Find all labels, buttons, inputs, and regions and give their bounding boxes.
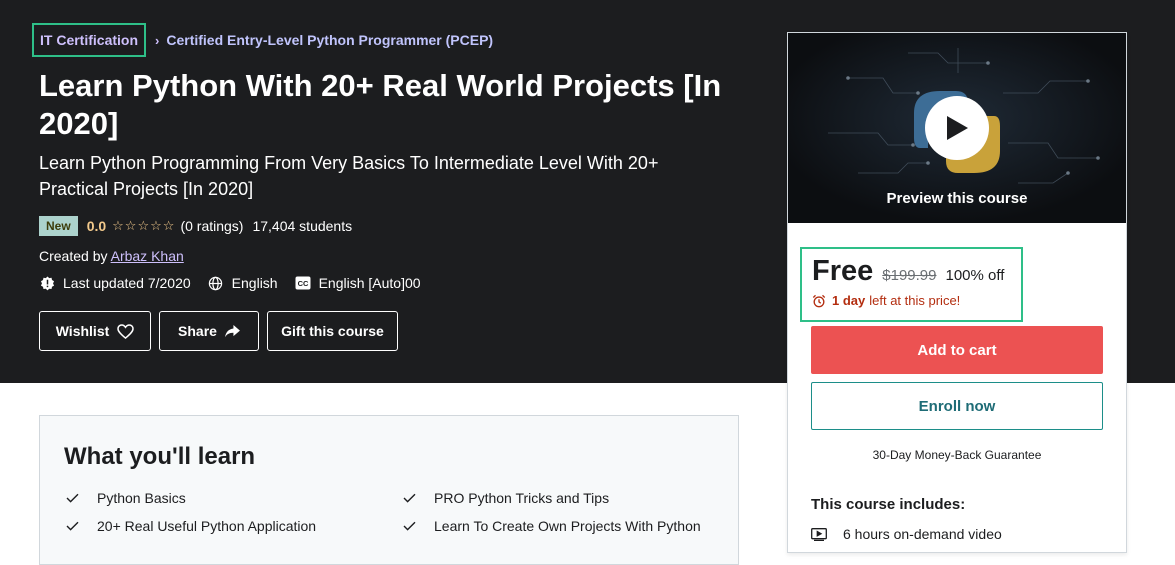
include-item-text: 6 hours on-demand video xyxy=(843,526,1002,542)
breadcrumb: IT Certification › Certified Entry-Level… xyxy=(32,23,493,57)
gift-course-button[interactable]: Gift this course xyxy=(267,311,398,351)
include-item: 6 hours on-demand video xyxy=(811,526,1002,542)
play-icon xyxy=(947,116,968,140)
course-subtitle: Learn Python Programming From Very Basic… xyxy=(39,153,659,199)
created-by: Created by Arbaz Khan xyxy=(39,248,184,264)
timer-text: left at this price! xyxy=(869,293,961,308)
author-link[interactable]: Arbaz Khan xyxy=(111,248,184,264)
learn-item-text: PRO Python Tricks and Tips xyxy=(434,490,610,506)
action-buttons: Wishlist Share Gift this course xyxy=(39,311,406,351)
check-icon xyxy=(403,493,417,503)
share-label: Share xyxy=(178,323,217,339)
language-text: English xyxy=(231,275,278,291)
course-meta: Last updated 7/2020 English CC English [… xyxy=(39,275,438,291)
breadcrumb-separator: › xyxy=(155,32,160,48)
captions-text: English [Auto]00 xyxy=(318,275,421,291)
language: English xyxy=(208,275,278,291)
timer-days: 1 day xyxy=(832,293,866,308)
captions: CC English [Auto]00 xyxy=(295,275,421,291)
play-button[interactable] xyxy=(925,96,989,160)
purchase-sidebar: Preview this course Free $199.99 100% of… xyxy=(787,32,1127,553)
check-icon xyxy=(66,493,80,503)
price-timer: 1 day left at this price! xyxy=(812,293,960,308)
rating-score: 0.0 xyxy=(86,218,107,234)
share-arrow-icon xyxy=(225,324,240,337)
globe-icon xyxy=(208,275,224,291)
new-badge: New xyxy=(39,216,78,236)
enroll-now-button[interactable]: Enroll now xyxy=(811,382,1103,430)
share-button[interactable]: Share xyxy=(159,311,259,351)
last-updated-text: Last updated 7/2020 xyxy=(63,275,191,291)
current-price: Free xyxy=(812,255,874,287)
learn-item-text: Learn To Create Own Projects With Python xyxy=(434,518,701,534)
original-price: $199.99 xyxy=(882,267,937,284)
heart-icon xyxy=(117,323,135,339)
learn-item: Python Basics xyxy=(66,490,186,506)
closed-captions-icon: CC xyxy=(295,275,311,291)
learn-item: 20+ Real Useful Python Application xyxy=(66,518,316,534)
check-icon xyxy=(66,521,80,531)
money-back-guarantee: 30-Day Money-Back Guarantee xyxy=(872,448,1042,462)
learn-title: What you'll learn xyxy=(64,443,256,470)
discount-percent: 100% off xyxy=(945,267,1005,284)
wishlist-button[interactable]: Wishlist xyxy=(39,311,151,351)
includes-title: This course includes: xyxy=(811,496,966,513)
ratings-count[interactable]: (0 ratings) xyxy=(180,218,243,234)
learn-item-text: Python Basics xyxy=(97,490,186,506)
alarm-clock-icon xyxy=(812,294,826,307)
price-box: Free $199.99 100% off 1 day left at this… xyxy=(800,247,1023,322)
course-title: Learn Python With 20+ Real World Project… xyxy=(39,68,722,141)
learn-item-text: 20+ Real Useful Python Application xyxy=(97,518,317,534)
breadcrumb-it-certification[interactable]: IT Certification xyxy=(32,23,147,57)
learn-item: PRO Python Tricks and Tips xyxy=(403,490,609,506)
price-row: Free $199.99 100% off xyxy=(812,255,1004,288)
video-icon xyxy=(811,527,827,541)
breadcrumb-pcep[interactable]: Certified Entry-Level Python Programmer … xyxy=(166,32,493,48)
students-count: 17,404 students xyxy=(252,218,353,234)
course-preview[interactable]: Preview this course xyxy=(788,33,1126,223)
created-by-label: Created by xyxy=(39,248,108,264)
check-icon xyxy=(403,521,417,531)
wishlist-label: Wishlist xyxy=(55,323,110,339)
what-youll-learn: What you'll learn Python Basics PRO Pyth… xyxy=(39,415,739,565)
star-rating-icon: ☆☆☆☆☆ xyxy=(112,218,176,233)
last-updated: Last updated 7/2020 xyxy=(39,275,191,291)
alert-badge-icon xyxy=(39,275,55,291)
svg-text:CC: CC xyxy=(297,279,308,288)
rating-row: New 0.0 ☆☆☆☆☆ (0 ratings) 17,404 student… xyxy=(39,216,352,236)
learn-item: Learn To Create Own Projects With Python xyxy=(403,518,701,534)
preview-label: Preview this course xyxy=(886,190,1028,207)
add-to-cart-button[interactable]: Add to cart xyxy=(811,326,1103,374)
